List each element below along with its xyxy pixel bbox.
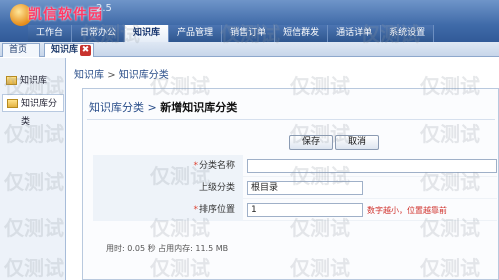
status-bar: 用时: 0.05 秒 占用内存: 11.5 MB	[106, 244, 229, 253]
breadcrumb-separator: >	[147, 101, 157, 114]
tab-knowledge-label: 知识库	[51, 45, 79, 55]
order-label: *排序位置	[93, 199, 243, 221]
sidebar-item-label: 知识库	[20, 76, 48, 86]
save-button[interactable]: 保存	[289, 135, 333, 150]
folder-icon	[6, 76, 17, 85]
form-row-parent: 上级分类 根目录	[93, 177, 497, 199]
close-icon[interactable]: ✖	[80, 45, 91, 56]
cancel-button[interactable]: 取消	[335, 135, 379, 150]
sidebar: 知识库 知识库分类	[0, 58, 66, 280]
tab-strip: 首页 知识库 ✖	[0, 42, 499, 57]
name-label: *分类名称	[93, 155, 243, 177]
form-row-order: *排序位置 1 数字越小，位置越靠前	[93, 199, 497, 221]
panel-breadcrumb-link[interactable]: 知识库分类	[89, 101, 144, 114]
top-banner: 凯信软件园 2.5 工作台 日常办公 知识库 产品管理 销售订单 短信群发 通话…	[0, 0, 499, 42]
parent-label: 上级分类	[93, 177, 243, 199]
form-row-name: *分类名称	[93, 155, 497, 177]
nav-item-knowledge[interactable]: 知识库	[125, 25, 170, 42]
tab-home[interactable]: 首页	[2, 43, 40, 57]
order-input[interactable]: 1	[247, 203, 363, 217]
order-label-text: 排序位置	[198, 205, 235, 215]
category-form: *分类名称 上级分类 根目录 *排序位置 1 数字越小，位置越靠前	[93, 155, 497, 221]
main-nav: 工作台 日常办公 知识库 产品管理 销售订单 短信群发 通话详单 系统设置	[28, 25, 435, 42]
app-version: 2.5	[96, 3, 112, 14]
nav-item-products[interactable]: 产品管理	[169, 25, 223, 42]
category-name-input[interactable]	[247, 159, 497, 173]
nav-item-settings[interactable]: 系统设置	[381, 25, 435, 42]
tab-knowledge[interactable]: 知识库 ✖	[44, 43, 94, 57]
nav-item-sms[interactable]: 短信群发	[275, 25, 329, 42]
parent-category-select[interactable]: 根目录	[247, 181, 363, 195]
panel-breadcrumb: 知识库分类 > 新增知识库分类	[89, 99, 237, 115]
page-title: 新增知识库分类	[160, 101, 238, 114]
required-mark: *	[193, 205, 198, 215]
breadcrumb-link[interactable]: 知识库	[74, 70, 104, 81]
order-hint: 数字越小，位置越靠前	[367, 206, 447, 215]
required-mark: *	[193, 161, 198, 171]
nav-item-sales[interactable]: 销售订单	[222, 25, 276, 42]
breadcrumb: 知识库 > 知识库分类	[74, 66, 169, 81]
breadcrumb-separator: >	[107, 70, 116, 81]
divider	[87, 119, 495, 120]
nav-item-workbench[interactable]: 工作台	[28, 25, 73, 42]
nav-item-office[interactable]: 日常办公	[72, 25, 126, 42]
breadcrumb-current: 知识库分类	[118, 70, 169, 81]
sidebar-item-knowledge-category[interactable]: 知识库分类	[2, 94, 64, 127]
folder-icon	[7, 99, 18, 108]
sidebar-item-knowledge[interactable]: 知识库	[2, 72, 64, 90]
nav-item-calls[interactable]: 通话详单	[328, 25, 382, 42]
app-title: 凯信软件园	[28, 7, 103, 23]
sidebar-item-label: 知识库分类	[21, 99, 58, 127]
name-label-text: 分类名称	[198, 161, 235, 171]
